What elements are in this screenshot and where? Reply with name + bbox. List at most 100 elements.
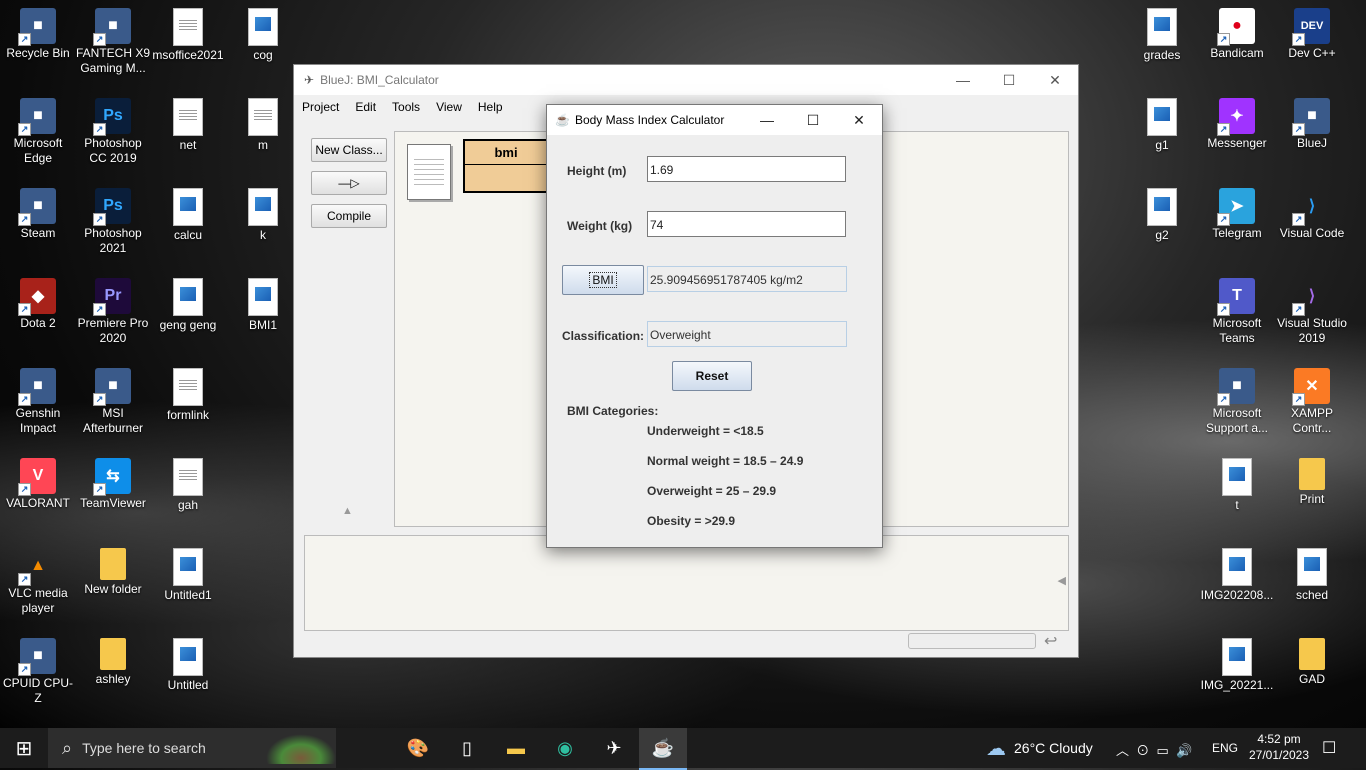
desktop-icon[interactable]: ✦ ↗ Messenger (1199, 98, 1275, 151)
desktop-icon[interactable]: ■ ↗ FANTECH X9 Gaming M... (75, 8, 151, 76)
reset-button[interactable]: Reset (672, 361, 752, 391)
paint-icon[interactable]: 🎨 (394, 728, 442, 768)
new-class-button[interactable]: New Class... (311, 138, 387, 162)
start-button[interactable]: ⊞ (0, 728, 48, 768)
desktop-icon[interactable]: ■ ↗ MSI Afterburner (75, 368, 151, 436)
maximize-button[interactable]: ☐ (986, 72, 1032, 89)
notification-icon[interactable]: ☐ (1322, 738, 1336, 758)
desktop-icon[interactable]: ■ ↗ BlueJ (1274, 98, 1350, 151)
maximize-button[interactable]: ☐ (790, 112, 836, 129)
java-icon[interactable]: ☕ (639, 728, 687, 770)
desktop-icon[interactable]: ⇆ ↗ TeamViewer (75, 458, 151, 511)
desktop-icon[interactable]: grades (1124, 8, 1200, 63)
desktop-icon[interactable]: ➤ ↗ Telegram (1199, 188, 1275, 241)
desktop-icon[interactable]: New folder (75, 548, 151, 597)
side-arrow-icon[interactable]: ◀ (1058, 574, 1066, 587)
desktop-icon[interactable]: DEV ↗ Dev C++ (1274, 8, 1350, 61)
desktop-icon[interactable]: m (225, 98, 301, 153)
menu-tools[interactable]: Tools (384, 100, 428, 114)
desktop-icon[interactable]: geng geng (150, 278, 226, 333)
clock-time: 4:52 pm (1257, 732, 1301, 746)
categories-title: BMI Categories: (567, 404, 659, 418)
bmi-calculator-window[interactable]: ☕ Body Mass Index Calculator — ☐ ✕ Heigh… (546, 104, 883, 548)
desktop-icon[interactable]: ▲ ↗ VLC media player (0, 548, 76, 616)
menu-edit[interactable]: Edit (347, 100, 384, 114)
desktop-icon[interactable]: V ↗ VALORANT (0, 458, 76, 511)
menu-help[interactable]: Help (470, 100, 511, 114)
desktop-icon[interactable]: IMG_20221... (1199, 638, 1275, 693)
desktop-icon[interactable]: ■ ↗ Genshin Impact (0, 368, 76, 436)
desktop-icon[interactable]: Untitled (150, 638, 226, 693)
bluej-icon[interactable]: ✈ (590, 728, 638, 768)
desktop-icon[interactable]: k (225, 188, 301, 243)
desktop-icon-label: ashley (95, 672, 131, 686)
minimize-button[interactable]: — (940, 72, 986, 89)
height-label: Height (m) (567, 164, 627, 178)
undo-icon[interactable]: ↩ (1044, 631, 1057, 651)
close-button[interactable]: ✕ (836, 112, 882, 129)
shortcut-arrow-icon: ↗ (1217, 393, 1230, 406)
desktop-icon[interactable]: Print (1274, 458, 1350, 507)
desktop-icon[interactable]: ⟩ ↗ Visual Code (1274, 188, 1350, 241)
desktop-icon[interactable]: ● ↗ Bandicam (1199, 8, 1275, 61)
minimize-button[interactable]: — (744, 112, 790, 129)
folder-icon (1299, 638, 1325, 670)
desktop-icon[interactable]: g2 (1124, 188, 1200, 243)
desktop-icon[interactable]: Pr ↗ Premiere Pro 2020 (75, 278, 151, 346)
desktop-icon[interactable]: ■ ↗ Microsoft Edge (0, 98, 76, 166)
phone-icon[interactable]: ▯ (443, 728, 491, 768)
desktop-icon-label: msoffice2021 (152, 48, 224, 62)
desktop-icon[interactable]: ■ ↗ Microsoft Support a... (1199, 368, 1275, 436)
desktop-icon[interactable]: net (150, 98, 226, 153)
desktop-icon[interactable]: msoffice2021 (150, 8, 226, 63)
desktop-icon-label: CPUID CPU-Z (2, 676, 73, 705)
desktop-icon[interactable]: ■ ↗ CPUID CPU-Z (0, 638, 76, 706)
weight-input[interactable]: 74 (647, 211, 846, 237)
desktop-icon[interactable]: ✕ ↗ XAMPP Contr... (1274, 368, 1350, 436)
desktop-icon[interactable]: ◆ ↗ Dota 2 (0, 278, 76, 331)
desktop-icon[interactable]: ashley (75, 638, 151, 687)
desktop-icon-label: k (260, 228, 266, 242)
height-input[interactable]: 1.69 (647, 156, 846, 182)
desktop-icon[interactable]: BMI1 (225, 278, 301, 333)
edge-icon[interactable]: ◉ (541, 728, 589, 768)
bmi-button-label: BMI (589, 272, 617, 288)
desktop-icon[interactable]: T ↗ Microsoft Teams (1199, 278, 1275, 346)
desktop-icon[interactable]: Ps ↗ Photoshop CC 2019 (75, 98, 151, 166)
object-bench[interactable]: ◀ (304, 535, 1069, 631)
weather-widget[interactable]: ☁ 26°C Cloudy (986, 728, 1093, 768)
desktop-icon[interactable]: IMG202208... (1199, 548, 1275, 603)
desktop-icon[interactable]: Ps ↗ Photoshop 2021 (75, 188, 151, 256)
compile-button[interactable]: Compile (311, 204, 387, 228)
bmi-title-bar[interactable]: ☕ Body Mass Index Calculator — ☐ ✕ (547, 105, 882, 135)
triangle-icon[interactable]: ▲ (342, 505, 353, 517)
clock[interactable]: 4:52 pm 27/01/2023 (1246, 731, 1312, 763)
desktop-icon[interactable]: calcu (150, 188, 226, 243)
desktop-icon[interactable]: gah (150, 458, 226, 513)
desktop-icon[interactable]: ⟩ ↗ Visual Studio 2019 (1274, 278, 1350, 346)
desktop-icon[interactable]: ■ ↗ Recycle Bin (0, 8, 76, 61)
menu-project[interactable]: Project (294, 100, 347, 114)
file-explorer-icon[interactable]: ▬ (492, 728, 540, 768)
bmi-class-box[interactable]: bmi (463, 139, 549, 193)
desktop-icon[interactable]: formlink (150, 368, 226, 423)
readme-note-icon[interactable] (407, 144, 451, 200)
desktop-icon[interactable]: cog (225, 8, 301, 63)
shortcut-arrow-icon: ↗ (18, 33, 31, 46)
search-box[interactable]: ⌕ Type here to search (48, 728, 336, 768)
desktop-icon[interactable]: GAD (1274, 638, 1350, 687)
desktop-icon[interactable]: sched (1274, 548, 1350, 603)
image-file-icon (173, 278, 203, 316)
menu-view[interactable]: View (428, 100, 470, 114)
desktop-icon[interactable]: Untitled1 (150, 548, 226, 603)
desktop-icon[interactable]: ■ ↗ Steam (0, 188, 76, 241)
close-button[interactable]: ✕ (1032, 72, 1078, 89)
desktop-icon[interactable]: g1 (1124, 98, 1200, 153)
desktop-icon[interactable]: t (1199, 458, 1275, 513)
language-indicator[interactable]: ENG (1212, 741, 1238, 755)
system-tray-icons[interactable]: ︿ ⊙ ▭ 🔊 (1116, 740, 1199, 759)
bluej-title-bar[interactable]: ✈ BlueJ: BMI_Calculator — ☐ ✕ (294, 65, 1078, 95)
add-arrow-button[interactable]: —▷ (311, 171, 387, 195)
cloud-icon: ☁ (986, 737, 1006, 760)
bmi-button[interactable]: BMI (562, 265, 644, 295)
